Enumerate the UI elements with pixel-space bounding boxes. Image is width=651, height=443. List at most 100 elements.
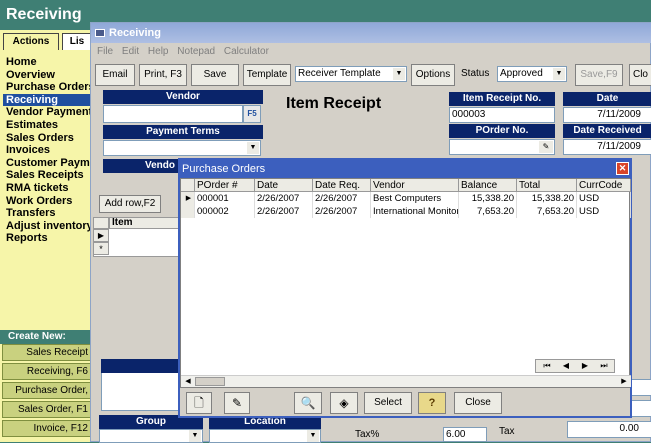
cell-porder: 000002 <box>195 205 255 218</box>
menu-calculator[interactable]: Calculator <box>224 46 269 57</box>
toolbar: Email Print, F3 Save XML Template Receiv… <box>93 63 651 100</box>
template-button[interactable]: Template <box>243 64 291 86</box>
menu-edit[interactable]: Edit <box>122 46 139 57</box>
row-pointer-icon: ▶ <box>181 192 195 205</box>
col-date-req[interactable]: Date Req. <box>313 179 371 192</box>
date-received-label: Date Received <box>563 124 651 138</box>
create-purchase-order-button[interactable]: Purchase Order, <box>2 382 92 399</box>
help-icon[interactable]: ? <box>418 392 446 414</box>
nav-sales-orders[interactable]: Sales Orders <box>3 132 92 145</box>
save-xml-button[interactable]: Save XML <box>191 64 239 100</box>
horizontal-scrollbar[interactable]: ◀ ▶ <box>181 375 631 387</box>
record-navigator: ⏮ ◀ ▶ ⏭ <box>535 359 615 373</box>
cell-currcode: USD <box>577 192 631 205</box>
nav-estimates[interactable]: Estimates <box>3 119 92 132</box>
receipt-no-label: Item Receipt No. <box>449 92 555 106</box>
close-button[interactable]: Close <box>454 392 502 414</box>
menu-help[interactable]: Help <box>148 46 169 57</box>
porder-no-label: POrder No. <box>449 124 555 138</box>
payment-terms-select[interactable]: ▼ <box>103 140 261 156</box>
scroll-thumb[interactable] <box>195 377 225 386</box>
window-icon <box>95 29 105 37</box>
print-button[interactable]: Print, F3 <box>139 64 187 86</box>
group-select[interactable]: ▼ <box>99 429 203 443</box>
col-balance[interactable]: Balance <box>459 179 517 192</box>
scroll-right-icon[interactable]: ▶ <box>618 376 630 387</box>
nav-invoices[interactable]: Invoices <box>3 144 92 157</box>
create-sales-receipt-button[interactable]: Sales Receipt <box>2 344 92 361</box>
nav-rma-tickets[interactable]: RMA tickets <box>3 182 92 195</box>
nav-reports[interactable]: Reports <box>3 232 92 245</box>
col-date[interactable]: Date <box>255 179 313 192</box>
menu-notepad[interactable]: Notepad <box>177 46 215 57</box>
status-value: Approved <box>500 68 543 79</box>
add-row-button[interactable]: Add row,F2 <box>99 195 161 213</box>
create-sales-order-button[interactable]: Sales Order, F1 <box>2 401 92 418</box>
cell-date-req: 2/26/2007 <box>313 192 371 205</box>
cell-balance: 7,653.20 <box>459 205 517 218</box>
payment-terms-label: Payment Terms <box>103 125 263 139</box>
select-button[interactable]: Select <box>364 392 412 414</box>
tab-actions[interactable]: Actions <box>3 33 59 50</box>
tax-percent-label: Tax% <box>355 429 380 440</box>
menu-file[interactable]: File <box>97 46 113 57</box>
col-total[interactable]: Total <box>517 179 577 192</box>
create-invoice-button[interactable]: Invoice, F12 <box>2 420 92 437</box>
receipt-no-field[interactable]: 000003 <box>449 107 555 123</box>
nav-adjust-inventory[interactable]: Adjust inventory <box>3 220 92 233</box>
nav-sales-receipts[interactable]: Sales Receipts <box>3 169 92 182</box>
col-currcode[interactable]: CurrCode <box>577 179 631 192</box>
nav-vendor-payments[interactable]: Vendor Payments <box>3 106 92 119</box>
grid-corner <box>181 179 195 192</box>
vendor-field[interactable] <box>103 105 243 123</box>
nav-overview[interactable]: Overview <box>3 69 92 82</box>
chevron-down-icon: ▼ <box>393 68 405 80</box>
email-button[interactable]: Email <box>95 64 135 86</box>
tab-lists[interactable]: Lis <box>62 33 92 50</box>
cell-total: 15,338.20 <box>517 192 577 205</box>
save-button[interactable]: Save,F9 <box>575 64 623 86</box>
porder-no-field[interactable]: ✎ <box>449 139 555 155</box>
nav-transfers[interactable]: Transfers <box>3 207 92 220</box>
vendor-label: Vendor <box>103 90 263 104</box>
cell-date: 2/26/2007 <box>255 192 313 205</box>
nav-purchase-orders[interactable]: Purchase Orders <box>3 81 92 94</box>
cell-balance: 15,338.20 <box>459 192 517 205</box>
close-icon[interactable]: ✕ <box>616 162 629 175</box>
scroll-left-icon[interactable]: ◀ <box>182 376 194 387</box>
template-value: Receiver Template <box>298 68 381 79</box>
date-received-field[interactable]: 7/11/2009 <box>563 139 651 155</box>
tax-field[interactable]: 0.00 <box>567 421 651 438</box>
nav-home[interactable]: Home <box>3 56 92 69</box>
options-button[interactable]: Options <box>411 64 455 86</box>
col-porder[interactable]: POrder # <box>195 179 255 192</box>
app-title: Receiving <box>0 0 92 30</box>
date-field[interactable]: 7/11/2009 <box>563 107 651 123</box>
vendor-address-label: Vendo <box>103 159 179 173</box>
first-record-icon[interactable]: ⏮ <box>538 360 556 372</box>
lookup-icon[interactable]: F5 <box>243 105 261 123</box>
filter-icon[interactable]: ◈ <box>330 392 358 414</box>
grid-corner <box>93 217 109 229</box>
nav-work-orders[interactable]: Work Orders <box>3 195 92 208</box>
create-receiving-button[interactable]: Receiving, F6 <box>2 363 92 380</box>
nav-customer-payments[interactable]: Customer Payme <box>3 157 92 170</box>
close-window-button[interactable]: Clo <box>629 64 651 86</box>
status-select[interactable]: Approved ▼ <box>497 66 567 82</box>
edit-icon[interactable]: ✎ <box>224 392 250 414</box>
new-row-icon: * <box>93 242 109 255</box>
pick-icon[interactable]: ✎ <box>539 141 553 153</box>
last-record-icon[interactable]: ⏭ <box>595 360 613 372</box>
search-icon[interactable]: 🔍 <box>294 392 322 414</box>
chevron-down-icon: ▼ <box>553 68 565 80</box>
previous-record-icon[interactable]: ◀ <box>557 360 575 372</box>
next-record-icon[interactable]: ▶ <box>576 360 594 372</box>
po-grid: POrder # Date Date Req. Vendor Balance T… <box>180 178 631 388</box>
location-select[interactable]: ▼ <box>209 429 321 443</box>
tax-percent-field[interactable]: 6.00 <box>443 427 487 442</box>
col-vendor[interactable]: Vendor <box>371 179 459 192</box>
new-document-icon[interactable]: 🗋 <box>186 392 212 414</box>
nav-receiving[interactable]: Receiving <box>3 93 92 107</box>
template-select[interactable]: Receiver Template ▼ <box>295 66 407 82</box>
status-label: Status <box>461 68 490 79</box>
